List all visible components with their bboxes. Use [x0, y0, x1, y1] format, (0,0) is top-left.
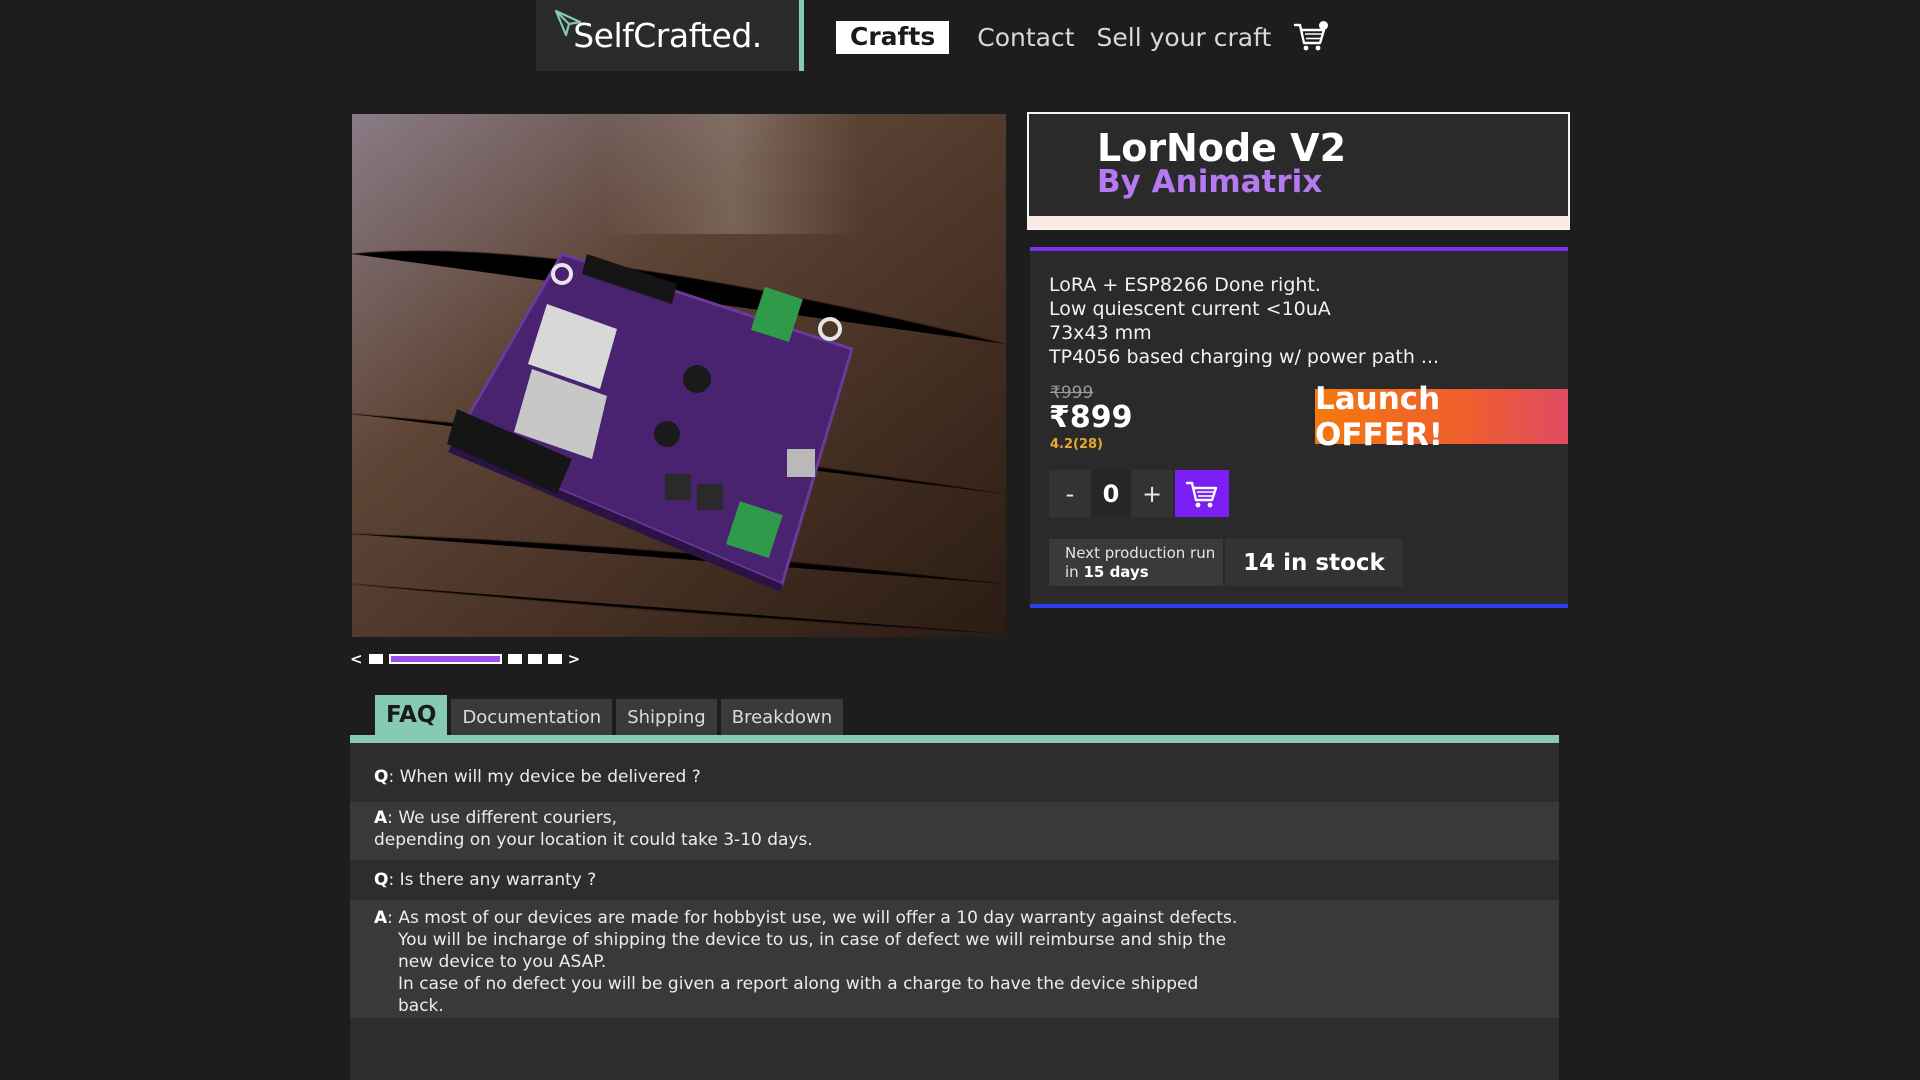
carousel-dot[interactable]	[527, 654, 542, 664]
faq-answer: A: We use different couriers, depending …	[350, 802, 1559, 860]
site-logo[interactable]: SelfCrafted.	[536, 0, 804, 71]
paper-plane-icon	[555, 9, 582, 37]
product-author[interactable]: By Animatrix	[1097, 164, 1322, 200]
answer-marker: A	[374, 908, 388, 928]
info-tabs: FAQ Documentation Shipping Breakdown	[375, 695, 844, 735]
tab-breakdown[interactable]: Breakdown	[720, 699, 844, 735]
carousel-next-arrow[interactable]: >	[568, 652, 581, 667]
question-text: When will my device be delivered ?	[399, 767, 701, 787]
carousel-dot[interactable]	[368, 654, 383, 664]
price: ₹899	[1049, 400, 1133, 435]
carousel-dot[interactable]	[547, 654, 562, 664]
next-run-value: 15 days	[1083, 563, 1149, 581]
carousel-prev-arrow[interactable]: <	[350, 652, 363, 667]
main-nav: Crafts Contact Sell your craft	[836, 18, 1329, 56]
feature-list: LoRA + ESP8266 Done right. Low quiescent…	[1049, 273, 1439, 369]
faq-panel: Q: When will my device be delivered ? A:…	[350, 743, 1559, 1080]
carousel-dot-active[interactable]	[388, 654, 502, 664]
faq-question: Q: Is there any warranty ?	[374, 870, 597, 890]
quantity-value[interactable]: 0	[1091, 470, 1131, 517]
answer-marker: A	[374, 808, 388, 828]
feature-item: TP4056 based charging w/ power path ...	[1049, 346, 1440, 368]
answer-text: As most of our devices are made for hobb…	[398, 908, 1238, 928]
launch-offer-badge: Launch OFFER!	[1315, 381, 1568, 453]
next-run-prefix: in	[1065, 563, 1079, 581]
product-info-card: LoRA + ESP8266 Done right. Low quiescent…	[1030, 247, 1568, 608]
answer-text: new device to you ASAP.	[398, 952, 607, 972]
answer-text: We use different couriers,	[398, 808, 618, 828]
tab-faq[interactable]: FAQ	[375, 695, 448, 735]
feature-item: Low quiescent current <10uA	[1049, 298, 1331, 320]
tab-underline	[350, 735, 1559, 743]
cart-button[interactable]	[1293, 19, 1329, 55]
tab-shipping[interactable]: Shipping	[616, 699, 717, 735]
nav-sell-your-craft[interactable]: Sell your craft	[1097, 23, 1272, 52]
add-to-cart-icon	[1185, 481, 1218, 507]
nav-crafts[interactable]: Crafts	[836, 20, 950, 54]
quantity-stepper: - 0 +	[1049, 470, 1229, 517]
faq-question: Q: When will my device be delivered ?	[374, 767, 701, 787]
feature-item: LoRA + ESP8266 Done right.	[1049, 274, 1321, 296]
answer-text: In case of no defect you will be given a…	[398, 974, 1199, 994]
title-card-strip	[1029, 216, 1568, 228]
stock-status: 14 in stock	[1225, 539, 1403, 586]
product-title-card: LorNode V2 By Animatrix	[1027, 112, 1570, 230]
answer-text: back.	[398, 996, 444, 1016]
next-production-run: Next production run in 15 days	[1049, 539, 1223, 586]
carousel-dot[interactable]	[507, 654, 522, 664]
question-marker: Q	[374, 870, 389, 890]
tab-documentation[interactable]: Documentation	[451, 699, 613, 735]
feature-item: 73x43 mm	[1049, 322, 1152, 344]
decrement-button[interactable]: -	[1049, 470, 1091, 517]
image-carousel-indicator: < >	[350, 652, 581, 667]
product-image[interactable]	[352, 114, 1006, 637]
answer-text: depending on your location it could take…	[374, 830, 813, 850]
answer-text: You will be incharge of shipping the dev…	[398, 930, 1227, 950]
increment-button[interactable]: +	[1131, 470, 1173, 517]
question-text: Is there any warranty ?	[399, 870, 597, 890]
logo-text: SelfCrafted.	[573, 16, 762, 55]
nav-contact[interactable]: Contact	[977, 23, 1074, 52]
add-to-cart-button[interactable]	[1175, 470, 1229, 517]
product-photo	[352, 114, 1006, 637]
rating[interactable]: 4.2(28)	[1050, 437, 1103, 452]
faq-answer: A: As most of our devices are made for h…	[350, 900, 1559, 1018]
next-run-label: Next production run	[1065, 544, 1216, 562]
question-marker: Q	[374, 767, 389, 787]
